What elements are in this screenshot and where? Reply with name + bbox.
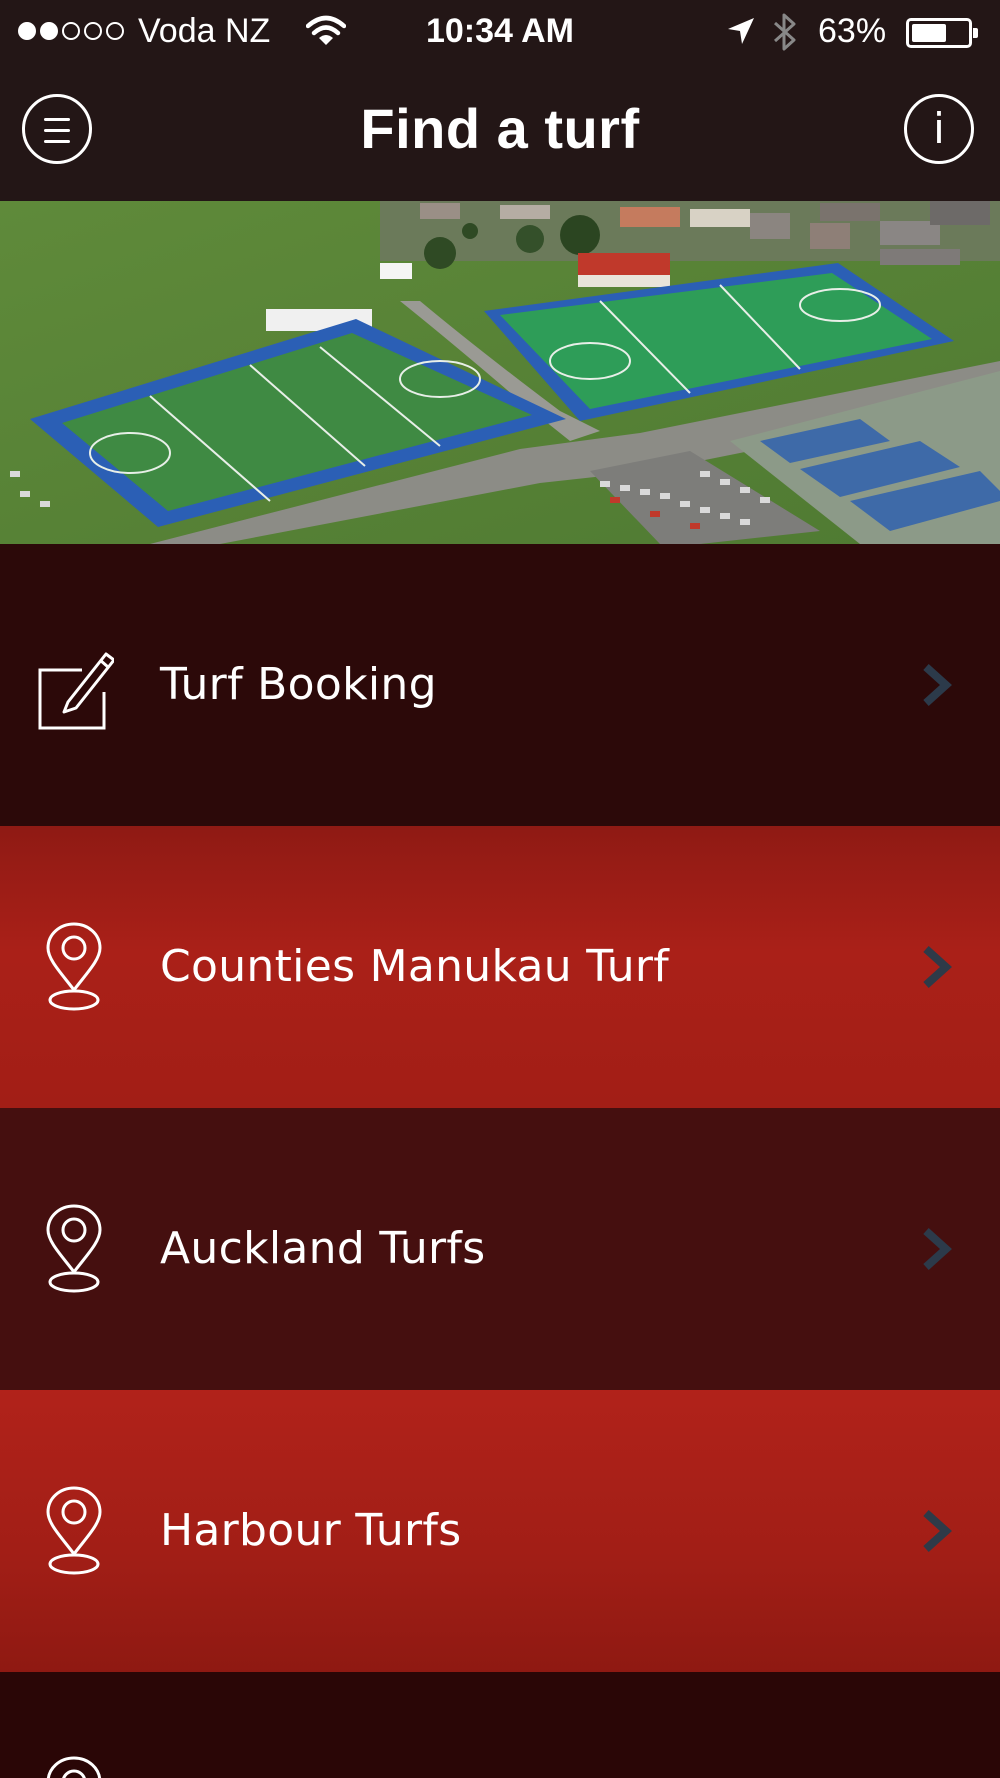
menu-item-label: Harbour Turfs [160, 1505, 462, 1556]
bluetooth-icon [773, 13, 796, 51]
menu-item-turf-booking[interactable]: Turf Booking [0, 544, 1000, 826]
menu-item-auckland-turfs[interactable]: Auckland Turfs [0, 1108, 1000, 1390]
chevron-right-icon [923, 1510, 952, 1552]
battery-percent: 63% [818, 12, 887, 50]
map-pin-icon [46, 1756, 102, 1778]
menu-item-label: Counties Manukau Turf [160, 941, 670, 992]
edit-icon [38, 652, 114, 730]
chevron-right-icon [923, 1228, 952, 1270]
map-pin-icon [46, 922, 102, 1011]
battery-icon [906, 18, 978, 48]
menu-item-counties-manukau-turf[interactable]: Counties Manukau Turf [0, 826, 1000, 1108]
location-arrow-icon [728, 18, 754, 44]
page-title: Find a turf [360, 97, 640, 160]
aerial-turf-photo [0, 201, 1000, 544]
turf-menu-list: Turf Booking Counties Manukau Turf Auckl… [0, 544, 1000, 1778]
chevron-right-icon [923, 946, 952, 988]
menu-item-harbour-turfs[interactable]: Harbour Turfs [0, 1390, 1000, 1672]
map-pin-icon [46, 1204, 102, 1293]
menu-item-partial[interactable] [0, 1672, 1000, 1778]
top-bar: Voda NZ 10:34 AM 63% Find a turf i [0, 0, 1000, 201]
status-bar: Voda NZ 10:34 AM 63% [0, 0, 1000, 64]
chevron-right-icon [923, 664, 952, 706]
map-pin-icon [46, 1486, 102, 1575]
info-icon[interactable]: i [904, 94, 974, 164]
hero-image [0, 201, 1000, 544]
nav-bar: Find a turf i [0, 64, 1000, 201]
menu-item-label: Turf Booking [160, 659, 437, 710]
menu-item-label: Auckland Turfs [160, 1223, 486, 1274]
